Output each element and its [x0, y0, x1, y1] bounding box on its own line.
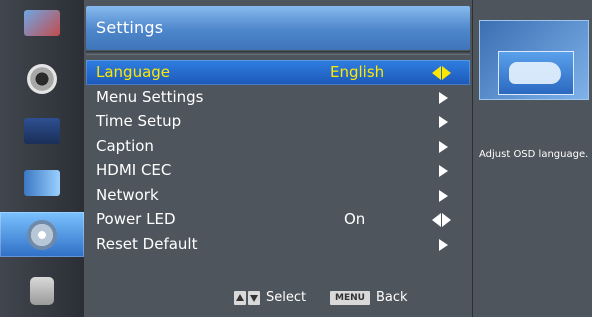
select-hint-label: Select: [266, 290, 307, 305]
settings-gear-icon: [27, 219, 57, 250]
settings-menu: Language English Menu Settings Time Setu…: [86, 60, 470, 256]
world-map-icon: [498, 51, 574, 95]
menu-item-label: Time Setup: [96, 112, 182, 130]
chevron-right-icon: [439, 238, 448, 251]
picture-icon: [24, 9, 60, 36]
up-arrow-key-icon: [234, 291, 246, 305]
menu-item-menu-settings[interactable]: Menu Settings: [86, 85, 470, 110]
chevron-right-icon: [439, 189, 448, 202]
help-text: Adjust OSD language.: [479, 149, 589, 160]
rail-item-channel[interactable]: [0, 160, 84, 205]
back-hint-label: Back: [376, 290, 408, 305]
menu-item-value: English: [330, 63, 385, 81]
menu-item-label: Reset Default: [96, 234, 198, 253]
menu-item-label: Power LED: [96, 210, 176, 228]
rail-item-display[interactable]: [0, 108, 84, 153]
menu-item-label: Network: [96, 185, 159, 204]
info-panel: Adjust OSD language.: [472, 0, 592, 317]
footer-hints: Select MENU Back: [84, 288, 472, 308]
title-bar: Settings: [86, 6, 470, 50]
menu-item-power-led[interactable]: Power LED On: [86, 207, 470, 232]
menu-item-label: Menu Settings: [96, 87, 204, 106]
left-right-arrow-icon: [432, 213, 452, 227]
menu-item-hdmi-cec[interactable]: HDMI CEC: [86, 158, 470, 183]
menu-item-label: HDMI CEC: [96, 161, 172, 179]
rail-item-settings[interactable]: [0, 212, 84, 257]
left-right-arrow-icon: [432, 66, 452, 80]
menu-item-reset-default[interactable]: Reset Default: [86, 232, 470, 257]
channel-icon: [24, 169, 60, 196]
chevron-right-icon: [439, 140, 448, 153]
chevron-right-icon: [439, 116, 448, 128]
menu-item-caption[interactable]: Caption: [86, 134, 470, 159]
menu-item-label: Caption: [96, 136, 154, 155]
lock-icon: [30, 276, 54, 305]
menu-item-language[interactable]: Language English: [86, 60, 470, 85]
category-rail: [0, 0, 84, 317]
settings-panel: Settings Language English Menu Settings …: [84, 0, 472, 317]
menu-item-value: On: [344, 210, 366, 228]
menu-key-icon: MENU: [330, 291, 370, 305]
language-preview-image: [479, 20, 589, 100]
menu-item-time-setup[interactable]: Time Setup: [86, 109, 470, 134]
rail-item-picture[interactable]: [0, 0, 84, 45]
page-title: Settings: [96, 18, 164, 37]
chevron-right-icon: [439, 91, 448, 104]
display-icon: [24, 117, 60, 144]
rail-item-audio[interactable]: [0, 56, 84, 101]
audio-icon: [27, 63, 57, 94]
rail-item-lock[interactable]: [0, 268, 84, 313]
menu-item-label: Language: [96, 63, 171, 81]
chevron-right-icon: [439, 165, 448, 177]
menu-item-network[interactable]: Network: [86, 183, 470, 208]
down-arrow-key-icon: [248, 291, 260, 305]
title-divider: [86, 51, 470, 55]
